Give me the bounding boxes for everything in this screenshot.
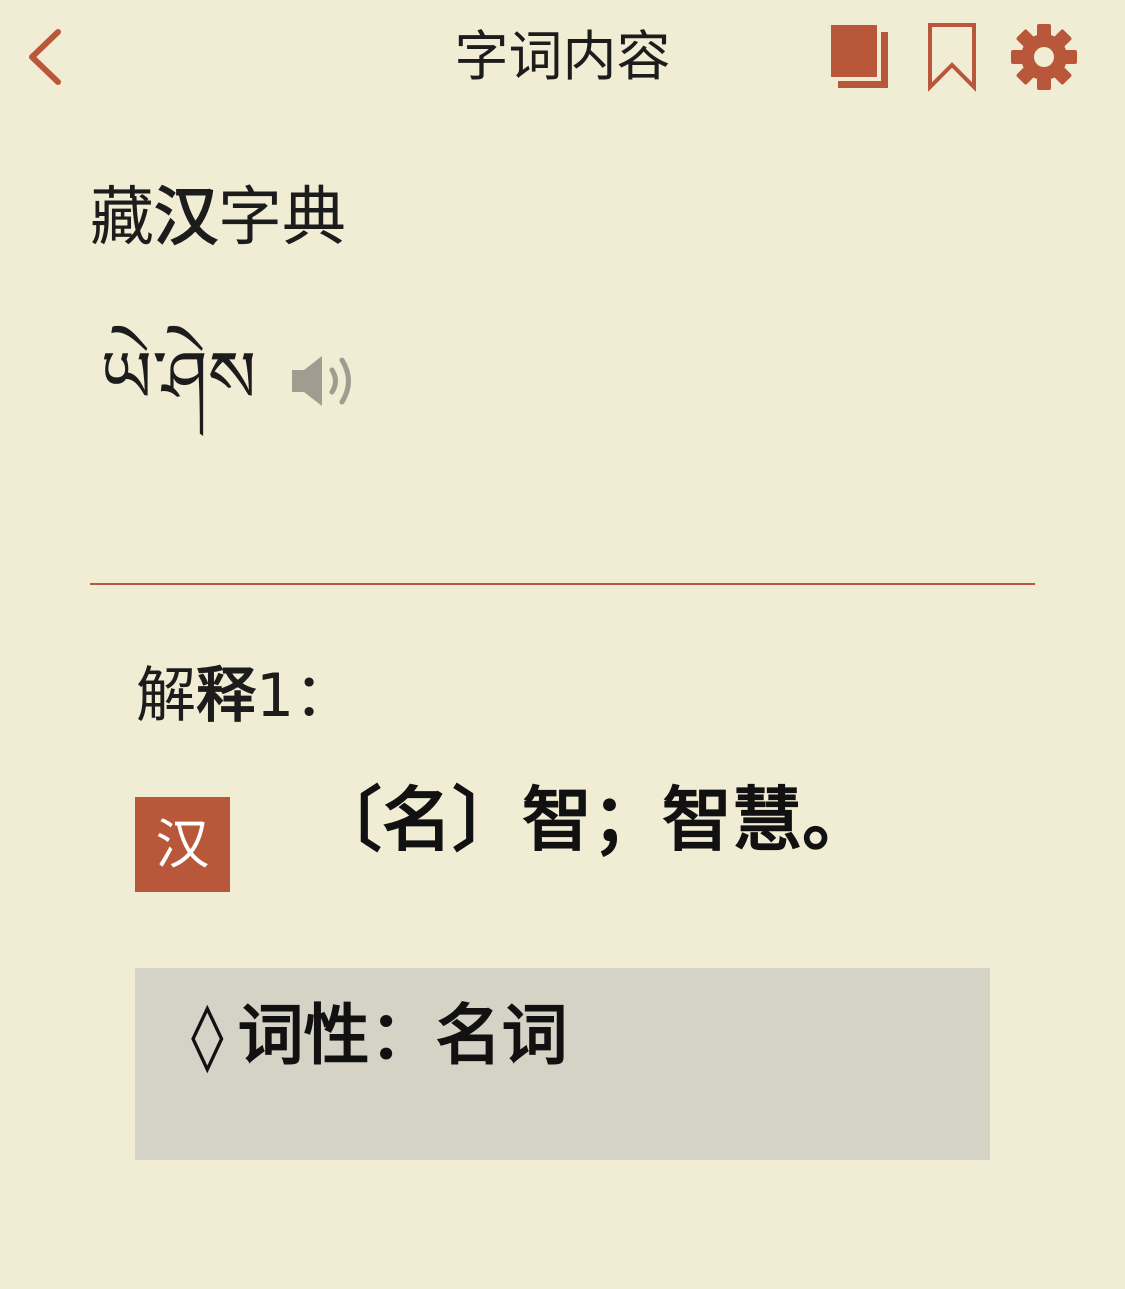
headword: ཡེ་ཤེས [100,335,257,419]
part-of-speech-box: ◊ 词性：名词 [135,968,990,1160]
language-badge: 汉 [135,797,230,892]
dictionary-name-part3: 字典 [218,181,346,255]
dictionary-name-part2: 汉 [154,181,218,255]
dictionary-name-part1: 藏 [90,181,154,255]
definition-text: 〔名〕智；智慧。 [312,779,872,861]
diamond-icon: ◊ [191,997,224,1074]
play-audio-button[interactable] [286,346,364,416]
bookmark-icon [928,23,976,92]
definition-heading-part2: 释 [196,661,256,731]
copy-icon [827,21,888,88]
bookmark-button[interactable] [924,20,980,92]
definition-heading-part1: 解 [136,661,196,731]
speaker-icon [292,356,351,406]
definition-heading-part3: 1： [256,661,355,731]
section-divider [90,583,1035,585]
part-of-speech: ◊ 词性：名词 [191,996,568,1076]
dictionary-name: 藏汉字典 [90,178,346,258]
part-of-speech-text: 词性：名词 [237,997,568,1074]
copy-button[interactable] [826,20,892,92]
definition-heading: 解释1： [136,656,354,736]
settings-button[interactable] [1008,22,1080,92]
gear-icon [1011,24,1077,90]
